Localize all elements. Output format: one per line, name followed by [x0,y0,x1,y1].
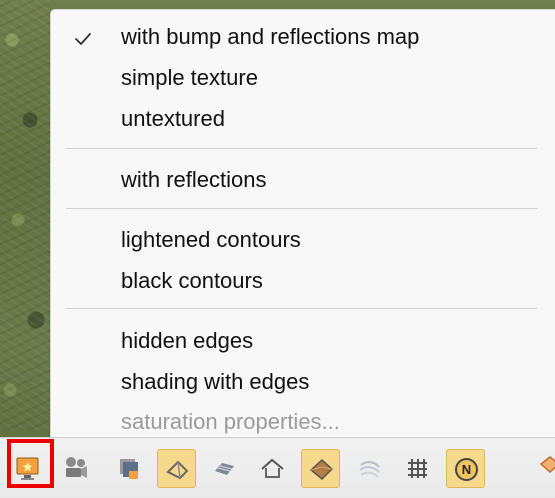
north-icon: N [455,458,478,481]
shaded-surface-icon [309,458,334,481]
menu-separator [66,208,537,209]
camera-icon [66,457,87,478]
grid-icon [408,459,427,478]
grass-texture-strip [0,0,52,430]
3d-view-background: with bump and reflections map simple tex… [0,0,555,498]
menu-item-black-contours[interactable]: black contours [121,267,263,295]
checkmark-icon [74,30,92,48]
contour-lines-icon [359,461,380,478]
menu-item-simple-texture[interactable]: simple texture [121,64,258,92]
shaded-surface-button[interactable] [301,449,340,488]
layers-icon [120,459,138,479]
house-button[interactable] [253,449,292,488]
grid-button[interactable] [398,449,437,488]
camera-button[interactable] [56,449,95,488]
display-options-menu: with bump and reflections map simple tex… [50,9,555,438]
menu-item-with-reflections[interactable]: with reflections [121,166,267,194]
north-button[interactable]: N [446,449,485,488]
house-icon [261,458,284,478]
wireframe-button[interactable] [157,449,196,488]
partial-orange-icon [539,456,555,474]
menu-separator [66,308,537,309]
wireframe-icon [166,460,189,480]
display-mode-icon [16,457,39,480]
menu-separator [66,148,537,149]
menu-item-untextured[interactable]: untextured [121,105,225,133]
menu-item-hidden-edges[interactable]: hidden edges [121,327,253,355]
partial-orange-button[interactable] [526,449,555,488]
menu-item-saturation-properties: saturation properties... [121,409,340,434]
display-mode-button[interactable] [8,449,47,488]
bottom-toolbar: N [0,437,555,498]
layers-button[interactable] [108,449,147,488]
bundle-button[interactable] [205,449,244,488]
menu-item-lightened-contours[interactable]: lightened contours [121,226,301,254]
north-label: N [462,462,471,477]
menu-item-shading-with-edges[interactable]: shading with edges [121,368,309,396]
menu-item-bump-reflections[interactable]: with bump and reflections map [121,23,419,51]
bundle-icon [215,463,234,475]
contour-lines-button[interactable] [350,449,389,488]
